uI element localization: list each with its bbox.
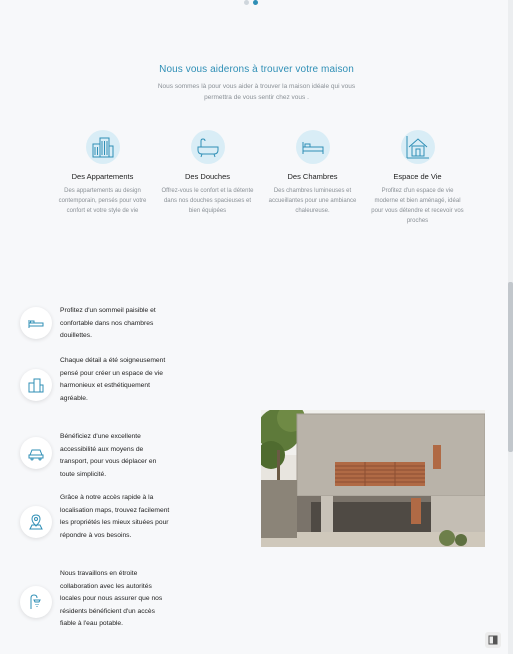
shower-icon [20, 586, 52, 618]
house-icon [400, 130, 435, 164]
hero-section: Nous vous aiderons à trouver votre maiso… [0, 64, 513, 103]
building-icon [20, 369, 52, 401]
feature-title: Des Douches [184, 172, 231, 181]
features-row: Des Appartements Des appartements au des… [55, 130, 465, 226]
feature-apartments: Des Appartements Des appartements au des… [55, 130, 150, 226]
map-pin-icon [20, 506, 52, 538]
feature-description: Des chambres lumineuses et accueillantes… [268, 188, 357, 214]
carousel-dot-2[interactable] [253, 0, 258, 5]
feature-description: Offrez-vous le confort et la détente dan… [161, 188, 254, 214]
list-item-text: Grâce à notre accès rapide à la localisa… [60, 494, 170, 539]
feature-title: Espace de Vie [393, 172, 442, 181]
page-scrollbar[interactable] [508, 0, 513, 654]
scrollbar-thumb[interactable] [508, 282, 513, 452]
panel-icon [488, 635, 498, 645]
list-item-text: Profitez d'un sommeil paisible et confor… [60, 307, 156, 339]
car-icon [20, 437, 52, 469]
feature-showers: Des Douches Offrez-vous le confort et la… [160, 130, 255, 226]
feature-description: Profitez d'un espace de vie moderne et b… [371, 188, 464, 224]
feature-description: Des appartements au design contemporain,… [58, 188, 147, 214]
hero-title: Nous vous aiderons à trouver votre maiso… [159, 64, 354, 75]
bathtub-icon [190, 130, 225, 164]
bed-icon [295, 130, 330, 164]
feature-rooms: Des Chambres Des chambres lumineuses et … [265, 130, 360, 226]
carousel-dot-1[interactable] [244, 0, 249, 5]
hero-subtitle-line-2: permettra de vous sentir chez vous . [204, 94, 309, 101]
feature-title: Des Appartements [71, 172, 134, 181]
building-icon [85, 130, 120, 164]
feature-title: Des Chambres [287, 172, 338, 181]
sidebar-toggle-button[interactable] [485, 632, 501, 648]
carousel-dots [244, 0, 258, 5]
bed-icon [20, 307, 52, 339]
list-item-text: Chaque détail a été soigneusement pensé … [60, 357, 166, 402]
list-item-text: Bénéficiez d'une excellente accessibilit… [60, 433, 157, 478]
hero-subtitle: Nous sommes là pour vous aider à trouver… [0, 81, 513, 103]
hero-subtitle-line-1: Nous sommes là pour vous aider à trouver… [157, 83, 356, 90]
feature-living-space: Espace de Vie Profitez d'un espace de vi… [370, 130, 465, 226]
list-item-text: Nous travaillons en étroite collaboratio… [60, 570, 163, 627]
house-photo [257, 404, 486, 547]
